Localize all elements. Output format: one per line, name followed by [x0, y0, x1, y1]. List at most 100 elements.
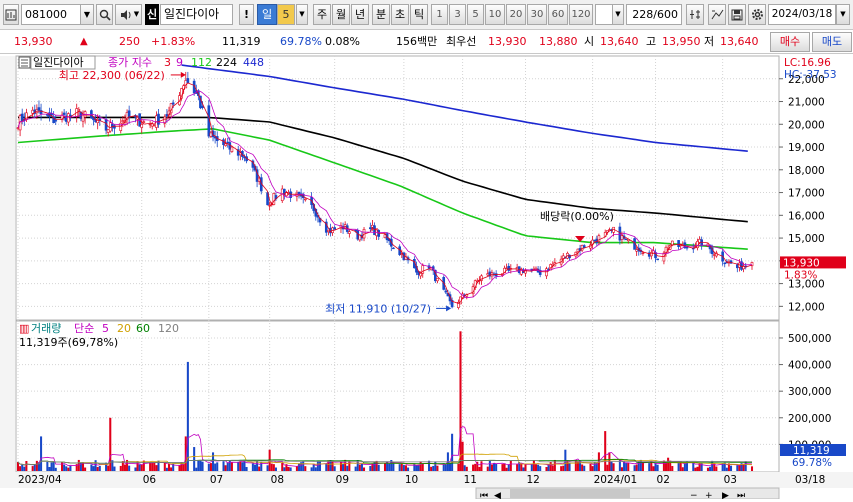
volume-bar — [530, 464, 533, 471]
date-tick-label: 2024/01 — [594, 474, 638, 486]
cursor-icon[interactable] — [686, 4, 704, 25]
scroll-last-icon[interactable]: ⏭ — [737, 491, 745, 501]
save-icon[interactable] — [728, 4, 746, 25]
period-minute-button[interactable]: 분 — [372, 4, 390, 25]
volume-bar — [566, 460, 569, 471]
period-second-button[interactable]: 초 — [391, 4, 409, 25]
candle-body — [119, 122, 123, 131]
volume-bar — [92, 466, 95, 471]
volume-bar — [63, 464, 66, 471]
last-change-label: 1.83% — [784, 269, 817, 281]
period-month-button[interactable]: 월 — [332, 4, 350, 25]
scrollbar-thumb[interactable] — [510, 489, 630, 498]
candle-body — [201, 106, 204, 108]
volume-bar — [610, 461, 613, 471]
volume-bar — [398, 464, 401, 471]
buy-button[interactable]: 매수 — [770, 32, 810, 52]
candle-body — [165, 114, 169, 117]
volume-bar — [480, 461, 483, 471]
volume-bar — [239, 461, 242, 471]
zoom-out-icon[interactable]: − — [690, 491, 698, 501]
interval-dropdown-chevron-down-icon[interactable]: ▼ — [612, 4, 624, 25]
volume-bar — [612, 463, 615, 471]
zoom-in-icon[interactable]: + — [705, 491, 713, 501]
legend-close-index: 종가 지수 — [108, 56, 152, 69]
volume-bar — [436, 465, 439, 471]
volume-bar — [495, 463, 498, 471]
candle-body — [171, 102, 175, 105]
quote-bar: 13,930 ▲ 250 +1.83% 11,319 69.78% 0.08% … — [0, 30, 853, 54]
interval-button-30[interactable]: 30 — [527, 4, 547, 25]
count-field[interactable]: 228/600 — [626, 4, 682, 25]
period-tick-button[interactable]: 틱 — [410, 4, 428, 25]
code-dropdown-chevron-down-icon[interactable]: ▼ — [80, 4, 94, 25]
volume-bar — [98, 465, 101, 471]
interval-button-3[interactable]: 3 — [449, 4, 466, 25]
drawing-tools-icon[interactable] — [708, 4, 726, 25]
volume-bar — [121, 461, 124, 471]
search-icon[interactable] — [96, 4, 113, 25]
volume-bar — [419, 461, 422, 471]
volume-bar — [107, 465, 110, 471]
legend-vol5: 5 — [102, 322, 109, 335]
sound-dropdown-chevron-down-icon[interactable]: ▼ — [132, 4, 142, 25]
volume-bar — [354, 466, 357, 471]
last-price-label: 13,930 — [783, 257, 820, 269]
volume-bar — [46, 461, 49, 471]
market-badge: 신 — [145, 4, 159, 25]
volume-axis: 500,000400,000300,000200,000100,000 — [779, 333, 831, 451]
volume-bar — [61, 461, 64, 471]
period-num-chevron-down-icon[interactable]: ▼ — [296, 4, 308, 25]
price-tick-label: 16,000 — [788, 210, 825, 222]
volume-bar — [360, 463, 363, 471]
scroll-left-icon[interactable]: ◀ — [494, 491, 501, 501]
volume-bar — [224, 465, 227, 471]
date-field[interactable]: 2024/03/18 — [768, 4, 836, 25]
volume-bar — [654, 463, 657, 471]
volume-legend-label: 단순 — [74, 322, 94, 335]
period-num-field[interactable]: 5 — [277, 4, 295, 25]
stock-code-input[interactable]: 081000 — [21, 4, 81, 25]
volume-bar — [709, 466, 712, 471]
stock-name-field[interactable]: 일진다이아 — [160, 4, 233, 25]
volume-bar — [128, 465, 131, 471]
period-week-button[interactable]: 주 — [313, 4, 331, 25]
candle-body — [303, 198, 307, 201]
date-axis: 2023/04 06 07 08 09 10 11 12 2024/01 02 03 03/18 — [0, 472, 853, 488]
period-year-button[interactable]: 년 — [351, 4, 369, 25]
volume-bar — [505, 467, 508, 471]
volume-bar — [81, 462, 85, 471]
price-tick-label: 21,000 — [788, 97, 825, 109]
sell-button[interactable]: 매도 — [812, 32, 852, 52]
volume-bar — [287, 467, 290, 471]
turnover-rate: 0.08% — [325, 35, 360, 48]
interval-button-5[interactable]: 5 — [467, 4, 484, 25]
candle-body — [392, 247, 395, 250]
date-tick-label: 07 — [210, 474, 223, 486]
volume-bar — [434, 461, 437, 471]
volume-bar — [318, 461, 322, 471]
chart-type-icon[interactable] — [3, 4, 19, 25]
stock-name: 일진다이아 — [164, 7, 220, 21]
interval-button-10[interactable]: 10 — [485, 4, 505, 25]
candle-body — [505, 267, 508, 270]
interval-button-20[interactable]: 20 — [506, 4, 526, 25]
date-dropdown-chevron-down-icon[interactable]: ▼ — [836, 4, 850, 25]
interval-button-1[interactable]: 1 — [431, 4, 448, 25]
interval-button-120[interactable]: 120 — [569, 4, 593, 25]
volume-bar — [400, 463, 403, 471]
volume-bar — [165, 467, 168, 471]
volume-bar — [633, 465, 636, 471]
period-day-button[interactable]: 일 — [257, 4, 277, 25]
volume-bar — [226, 462, 229, 471]
volume-bar — [207, 463, 210, 471]
price-panel-frame — [15, 55, 780, 321]
gear-icon[interactable] — [748, 4, 766, 25]
interval-button-60[interactable]: 60 — [548, 4, 568, 25]
volume-bar — [314, 467, 317, 471]
scroll-first-icon[interactable]: ⏮ — [480, 491, 488, 501]
alert-button[interactable]: ! — [239, 4, 254, 25]
volume-bar — [170, 467, 173, 471]
candle-body — [685, 246, 689, 249]
scroll-right-icon[interactable]: ▶ — [722, 491, 729, 501]
